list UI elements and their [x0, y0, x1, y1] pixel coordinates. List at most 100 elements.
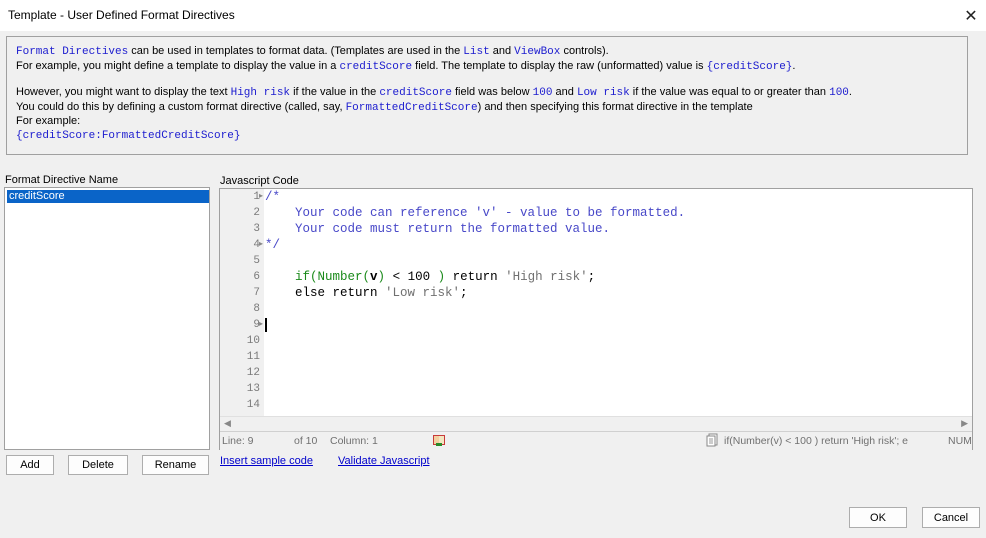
code-line: [265, 317, 965, 333]
document-icon: [706, 433, 720, 450]
window-title: Template - User Defined Format Directive…: [8, 8, 235, 22]
template-code: {creditScore}: [706, 60, 793, 73]
line-number: 2: [253, 207, 260, 219]
code-line: /*: [265, 189, 965, 205]
format-directive-name-label: Format Directive Name: [5, 174, 119, 186]
threshold-code: 100: [532, 87, 553, 100]
code-line: if(Number(v) < 100 ) return 'High risk';: [265, 269, 965, 285]
creditscore-code: creditScore: [379, 87, 452, 100]
line-number: 10: [246, 335, 260, 347]
info-line-1: Format Directives can be used in templat…: [16, 45, 967, 60]
info-line-2: For example, you might define a template…: [16, 60, 967, 75]
line-number: 3: [253, 223, 260, 235]
code-line: Your code must return the formatted valu…: [265, 221, 965, 237]
status-of-lines: of 10: [294, 435, 318, 447]
function-token: ): [437, 270, 446, 284]
info-text: However, you might want to display the t…: [16, 86, 231, 99]
info-text: field. The template to display the raw (…: [412, 59, 707, 72]
info-text: and: [552, 86, 577, 99]
line-number: 8: [253, 303, 260, 315]
code-editor[interactable]: 1 2 3 4 5 6 7 8 9 10 11 12 13 14 ▸ ▸ ▸ /…: [219, 188, 973, 450]
line-number: 4: [253, 239, 260, 251]
comment-token: */: [265, 238, 281, 252]
cancel-button[interactable]: Cancel: [922, 507, 980, 528]
code-area[interactable]: /* Your code can reference 'v' - value t…: [265, 189, 965, 416]
info-text: field was below: [451, 86, 533, 99]
scroll-right-icon[interactable]: ▶: [961, 418, 968, 429]
info-text: .: [848, 86, 852, 99]
list-item[interactable]: creditScore: [7, 190, 209, 203]
book-icon: [432, 433, 446, 450]
code-line: Your code can reference 'v' - value to b…: [265, 205, 965, 221]
punct-token: ;: [460, 286, 468, 300]
info-text: if the value in the: [290, 86, 380, 99]
scroll-left-icon[interactable]: ◀: [224, 418, 231, 429]
line-number: 12: [246, 367, 260, 379]
validate-javascript-link[interactable]: Validate Javascript: [338, 455, 430, 467]
string-token: 'Low risk': [385, 286, 461, 300]
comment-token: /*: [265, 190, 281, 204]
keyword-token: else return: [265, 286, 386, 300]
comment-token: Your code must return the formatted valu…: [265, 222, 611, 236]
info-text: and: [489, 45, 515, 57]
fold-marker-icon[interactable]: ▸: [259, 191, 263, 200]
list-code: List: [463, 46, 490, 58]
line-number: 1: [253, 191, 260, 203]
info-text: You could do this by defining a custom f…: [16, 100, 346, 113]
info-line-5: For example:: [16, 115, 81, 128]
code-line: else return 'Low risk';: [265, 285, 965, 301]
info-text: if the value was equal to or greater tha…: [629, 86, 830, 99]
low-risk-code: Low risk: [576, 87, 630, 100]
punct-token: ;: [587, 270, 596, 284]
status-snippet: if(Number(v) < 100 ) return 'High risk';…: [724, 435, 909, 447]
keyword-token: return: [445, 270, 506, 284]
text-caret: [265, 317, 267, 332]
fold-marker-icon[interactable]: ▸: [259, 239, 263, 248]
insert-sample-code-link[interactable]: Insert sample code: [220, 455, 313, 467]
creditscore-code: creditScore: [339, 60, 413, 73]
example-template-code: {creditScore:FormattedCreditScore}: [16, 129, 241, 142]
operator-token: < 100: [385, 270, 438, 284]
line-number: 11: [246, 351, 260, 363]
info-text: controls).: [560, 45, 609, 57]
info-panel: Format Directives can be used in templat…: [6, 36, 968, 155]
status-num: NUM: [948, 435, 972, 447]
code-line: */: [265, 237, 965, 253]
format-directives-code: Format Directives: [16, 46, 129, 58]
ok-button[interactable]: OK: [849, 507, 907, 528]
rename-button[interactable]: Rename: [142, 455, 209, 475]
viewbox-code: ViewBox: [514, 46, 561, 58]
info-line-6: {creditScore:FormattedCreditScore}: [16, 129, 967, 144]
status-column: Column: 1: [330, 435, 378, 447]
info-text: ) and then specifying this format direct…: [477, 100, 753, 113]
function-token: if(Number(: [265, 270, 371, 284]
info-text: For example, you might define a template…: [16, 59, 340, 72]
info-line-3: However, you might want to display the t…: [16, 86, 967, 101]
fold-marker-icon[interactable]: ▸: [259, 319, 263, 328]
comment-token: Your code can reference 'v' - value to b…: [265, 206, 686, 220]
line-number: 14: [246, 399, 260, 411]
line-number: 5: [253, 255, 260, 267]
javascript-code-label: Javascript Code: [220, 175, 299, 187]
line-number-gutter: 1 2 3 4 5 6 7 8 9 10 11 12 13 14: [220, 189, 264, 416]
add-button[interactable]: Add: [6, 455, 54, 475]
formatted-credit-score-code: FormattedCreditScore: [345, 101, 478, 114]
format-directive-list[interactable]: creditScore: [4, 187, 210, 450]
editor-status-bar: Line: 9 of 10 Column: 1 if(Number(v) < 1…: [220, 431, 972, 450]
info-text: can be used in templates to format data.…: [128, 45, 464, 57]
title-bar: Template - User Defined Format Directive…: [0, 0, 986, 31]
function-token: ): [377, 270, 386, 284]
variable-token: v: [370, 270, 378, 284]
info-line-4: You could do this by defining a custom f…: [16, 101, 967, 116]
line-number: 7: [253, 287, 260, 299]
line-number: 6: [253, 271, 260, 283]
high-risk-code: High risk: [230, 87, 291, 100]
close-icon[interactable]: ✕: [956, 0, 986, 31]
string-token: 'High risk': [505, 270, 588, 284]
threshold-code: 100: [829, 87, 849, 100]
horizontal-scrollbar[interactable]: ◀ ▶: [220, 416, 972, 432]
line-number: 9: [253, 319, 260, 331]
delete-button[interactable]: Delete: [68, 455, 128, 475]
